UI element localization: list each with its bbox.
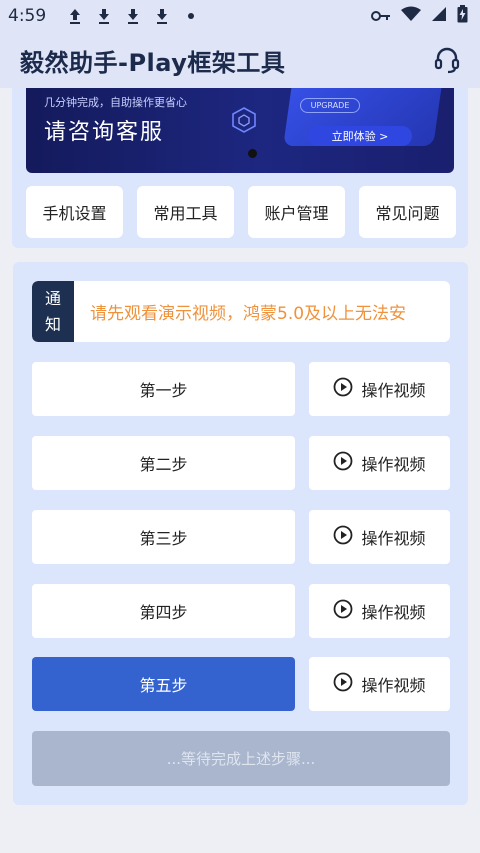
upload-icon (60, 7, 89, 25)
promo-banner[interactable]: 几分钟完成，自助操作更省心 请咨询客服 UPGRADE 立即体验 > (26, 88, 454, 173)
banner-cta-button[interactable]: 立即体验 > (308, 126, 412, 146)
status-bar: 4:59 (0, 0, 480, 32)
download-icon (147, 7, 176, 25)
play-circle-icon (333, 451, 353, 475)
carousel-indicator (248, 149, 257, 158)
video-label: 操作视频 (361, 381, 426, 400)
dot-icon (176, 12, 205, 20)
battery-charging-icon (457, 5, 468, 27)
play-circle-icon (333, 377, 353, 401)
play-circle-icon (333, 525, 353, 549)
app-title: 毅然助手-Play框架工具 (20, 48, 286, 77)
common-tools-button[interactable]: 常用工具 (137, 186, 234, 238)
video-label: 操作视频 (361, 676, 426, 695)
step-3-video-button[interactable]: 操作视频 (309, 510, 450, 564)
step-5-button[interactable]: 第五步 (32, 657, 295, 711)
notice-text: 请先观看演示视频，鸿蒙5.0及以上无法安 (90, 304, 407, 324)
account-management-button[interactable]: 账户管理 (248, 186, 345, 238)
step-4-video-button[interactable]: 操作视频 (309, 584, 450, 638)
signal-icon (431, 6, 447, 26)
app-bar: 毅然助手-Play框架工具 (0, 32, 480, 88)
step-5-video-button[interactable]: 操作视频 (309, 657, 450, 711)
video-label: 操作视频 (361, 603, 426, 622)
faq-button[interactable]: 常见问题 (359, 186, 456, 238)
video-label: 操作视频 (361, 455, 426, 474)
quick-actions: 手机设置 常用工具 账户管理 常见问题 (26, 186, 456, 238)
play-circle-icon (333, 672, 353, 696)
status-time: 4:59 (8, 6, 47, 26)
step-4-button[interactable]: 第四步 (32, 584, 295, 638)
step-1-button[interactable]: 第一步 (32, 362, 295, 416)
cube-icon (230, 106, 258, 134)
step-1-video-button[interactable]: 操作视频 (309, 362, 450, 416)
notice-tag-top: 通 (44, 288, 61, 308)
steps-card: 通 知 请先观看演示视频，鸿蒙5.0及以上无法安 第一步 操作视频 第二步 操作… (13, 262, 468, 805)
step-2-button[interactable]: 第二步 (32, 436, 295, 490)
notice-tag: 通 知 (32, 281, 74, 342)
notice-bar: 通 知 请先观看演示视频，鸿蒙5.0及以上无法安 (32, 281, 450, 342)
step-3-button[interactable]: 第三步 (32, 510, 295, 564)
phone-settings-button[interactable]: 手机设置 (26, 186, 123, 238)
vpn-key-icon (371, 7, 391, 26)
headset-icon[interactable] (432, 45, 462, 75)
step-2-video-button[interactable]: 操作视频 (309, 436, 450, 490)
wifi-icon (401, 6, 421, 26)
play-circle-icon (333, 599, 353, 623)
download-icon (89, 7, 118, 25)
banner-upgrade-badge: UPGRADE (300, 98, 360, 113)
video-label: 操作视频 (361, 529, 426, 548)
download-icon (118, 7, 147, 25)
waiting-button: ...等待完成上述步骤... (32, 731, 450, 786)
banner-headline: 请咨询客服 (44, 120, 165, 145)
banner-subtext: 几分钟完成，自助操作更省心 (44, 96, 187, 109)
top-card: 几分钟完成，自助操作更省心 请咨询客服 UPGRADE 立即体验 > 手机设置 … (12, 88, 468, 248)
notice-tag-bottom: 知 (44, 314, 61, 334)
